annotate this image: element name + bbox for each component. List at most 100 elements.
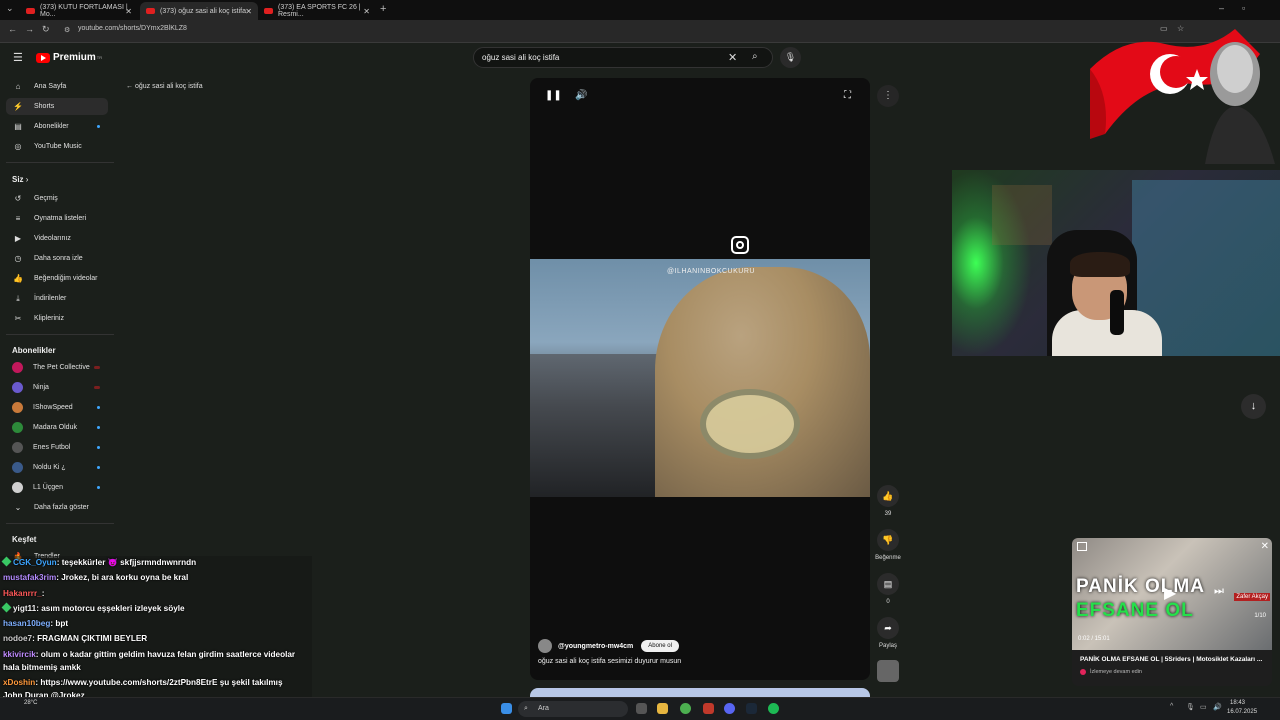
youtube-logo[interactable]: Premium TR: [36, 52, 102, 63]
task-view-icon[interactable]: [636, 703, 647, 714]
speaker-icon[interactable]: 🔊: [1213, 703, 1222, 711]
reload-icon[interactable]: ↻: [42, 24, 50, 35]
taskbar: 28°C ⌕ Ara ^ 🎙 ▭ 🔊 18:43 16.07.2025: [0, 697, 1280, 720]
sidebar-item-label: Geçmiş: [34, 195, 58, 202]
sidebar-item-channel[interactable]: The Pet Collective: [6, 359, 108, 376]
miniplayer-time: 0:02 / 15:01: [1078, 636, 1110, 642]
sidebar-item-downloads[interactable]: ⤓ İndirilenler: [6, 290, 108, 307]
search-box[interactable]: oğuz sasi ali koç istifa ✕ ⌕: [473, 47, 773, 68]
file-explorer-icon[interactable]: [657, 703, 668, 714]
back-icon[interactable]: ←: [8, 24, 17, 34]
next-short-button[interactable]: ↓: [1241, 394, 1266, 419]
region-code: TR: [96, 55, 103, 60]
like-count: 39: [884, 511, 892, 517]
sidebar-item-watch-later[interactable]: ◷ Daha sonra izle: [6, 250, 108, 267]
browser-tab[interactable]: (373) KUTU FORTLAMASI | Mo... ✕: [20, 2, 138, 20]
miniplayer-video[interactable]: PANİK OLMA EFSANE OL Zafer Akçay ▶ ⏭ ✕ 0…: [1072, 538, 1272, 650]
search-icon[interactable]: ⌕: [752, 51, 758, 62]
skip-next-icon[interactable]: ⏭: [1214, 585, 1224, 598]
new-tab-icon[interactable]: +: [380, 3, 386, 15]
tray-chevron-icon[interactable]: ^: [1170, 703, 1173, 710]
spotify-icon[interactable]: [768, 703, 779, 714]
sidebar-item-history[interactable]: ↺ Geçmiş: [6, 190, 108, 207]
miniplayer[interactable]: PANİK OLMA EFSANE OL Zafer Akçay ▶ ⏭ ✕ 0…: [1072, 538, 1272, 686]
chat-username: kkivircik: [3, 650, 36, 659]
browser-tab[interactable]: (373) EA SPORTS FC 26 | Resmi... ✕: [258, 2, 376, 20]
close-tab-icon[interactable]: ✕: [363, 7, 370, 16]
like-button[interactable]: 👍 39: [876, 485, 900, 517]
maximize-icon[interactable]: ▫: [1242, 3, 1245, 13]
avatar: [12, 462, 23, 473]
volume-icon[interactable]: 🔊: [575, 90, 587, 101]
clock-time[interactable]: 18:43: [1230, 700, 1245, 706]
tab-menu-icon[interactable]: ⌄: [6, 3, 14, 14]
sidebar-item-shorts[interactable]: ⚡ Shorts: [6, 98, 108, 115]
url-field[interactable]: youtube.com/shorts/DYmx2BlKLZ8: [78, 25, 187, 32]
channel-name[interactable]: @youngmetro-mw4cm: [558, 643, 633, 650]
sidebar-item-channel[interactable]: Enes Futbol: [6, 439, 108, 456]
sidebar-item-label: Daha fazla göster: [34, 504, 89, 511]
sidebar-item-subscriptions[interactable]: ▤ Abonelikler: [6, 118, 108, 135]
sidebar-item-channel[interactable]: Ninja: [6, 379, 108, 396]
live-indicator-icon: [94, 366, 100, 369]
comments-button[interactable]: ▤ 0: [876, 573, 900, 605]
video-subject: [655, 267, 870, 497]
pause-icon[interactable]: ❚❚: [545, 90, 562, 101]
search-input[interactable]: oğuz sasi ali koç istifa: [482, 53, 559, 62]
sidebar-item-channel[interactable]: L1 Üçgen: [6, 479, 108, 496]
share-button[interactable]: ➦ Paylaş: [876, 617, 900, 649]
section-heading-you[interactable]: Siz ›: [12, 175, 28, 184]
subscribe-button[interactable]: Abone ol: [641, 640, 679, 652]
clear-search-icon[interactable]: ✕: [728, 51, 737, 64]
clock-date[interactable]: 16.07.2025: [1227, 709, 1257, 715]
site-info-icon[interactable]: ⚙: [64, 26, 70, 34]
close-icon[interactable]: ✕: [1261, 541, 1269, 552]
browser-tab-active[interactable]: (373) oğuz sasi ali koç istifa ✕: [140, 2, 258, 20]
video-frame[interactable]: [530, 259, 870, 497]
hamburger-menu-icon[interactable]: ☰: [13, 51, 23, 64]
avatar[interactable]: [538, 639, 552, 653]
sidebar-item-youtube-music[interactable]: ◎ YouTube Music: [6, 138, 108, 155]
sidebar-item-label: Klipleriniz: [34, 315, 64, 322]
cast-icon[interactable]: [1077, 542, 1087, 551]
forward-icon[interactable]: →: [25, 24, 34, 34]
app-icon[interactable]: [703, 703, 714, 714]
fullscreen-icon[interactable]: ⛶: [844, 90, 851, 101]
sidebar-item-clips[interactable]: ✂ Klipleriniz: [6, 310, 108, 327]
sidebar-item-home[interactable]: ⌂ Ana Sayfa: [6, 78, 108, 95]
shorts-player[interactable]: ❚❚ 🔊 ⛶ @ILHANINBOKCUKURU @youngmetro-mw4…: [530, 78, 870, 680]
sound-thumbnail[interactable]: [876, 660, 900, 682]
chrome-icon[interactable]: [680, 703, 691, 714]
dislike-button[interactable]: 👎 Beğenme: [873, 529, 903, 561]
sidebar-item-show-more[interactable]: ⌄ Daha fazla göster: [6, 499, 108, 516]
home-icon: ⌂: [15, 82, 21, 91]
sidebar-item-channel[interactable]: Noldu Ki ¿: [6, 459, 108, 476]
minimize-icon[interactable]: –: [1219, 3, 1224, 13]
steam-icon[interactable]: [746, 703, 757, 714]
sidebar-item-liked-videos[interactable]: 👍 Beğendiğim videolar: [6, 270, 108, 287]
sidebar-item-label: Shorts: [34, 103, 55, 110]
new-content-dot: [97, 466, 100, 469]
sidebar-item-playlists[interactable]: ≡ Oynatma listeleri: [6, 210, 108, 227]
mic-tray-icon[interactable]: 🎙: [1186, 703, 1195, 711]
sidebar-item-channel[interactable]: Madara Olduk: [6, 419, 108, 436]
chat-message: hala bitmemiş amkk: [3, 663, 81, 672]
more-options-icon[interactable]: ⋮: [877, 85, 899, 107]
close-tab-icon[interactable]: ✕: [125, 7, 132, 16]
weather-widget[interactable]: 28°C: [24, 700, 37, 706]
short-caption[interactable]: oğuz sasi ali koç istifa sesimizi duyuru…: [538, 658, 681, 665]
taskbar-search[interactable]: ⌕ Ara: [518, 701, 628, 717]
windows-start-icon[interactable]: [501, 703, 512, 714]
play-icon[interactable]: ▶: [1164, 583, 1176, 603]
avatar: [12, 442, 23, 453]
voice-search-icon[interactable]: 🎙: [780, 47, 801, 68]
live-indicator-icon: [94, 386, 100, 389]
sidebar-item-channel[interactable]: IShowSpeed: [6, 399, 108, 416]
miniplayer-title[interactable]: PANİK OLMA EFSANE OL | 5Sriders | Motosi…: [1080, 656, 1262, 663]
sidebar-item-your-videos[interactable]: ▶ Videolarınız: [6, 230, 108, 247]
close-tab-icon[interactable]: ✕: [245, 7, 252, 16]
network-icon[interactable]: ▭: [1200, 703, 1207, 711]
back-to-search-link[interactable]: ← oğuz sasi ali koç istifa: [126, 83, 203, 90]
avatar: [12, 362, 23, 373]
discord-icon[interactable]: [724, 703, 735, 714]
